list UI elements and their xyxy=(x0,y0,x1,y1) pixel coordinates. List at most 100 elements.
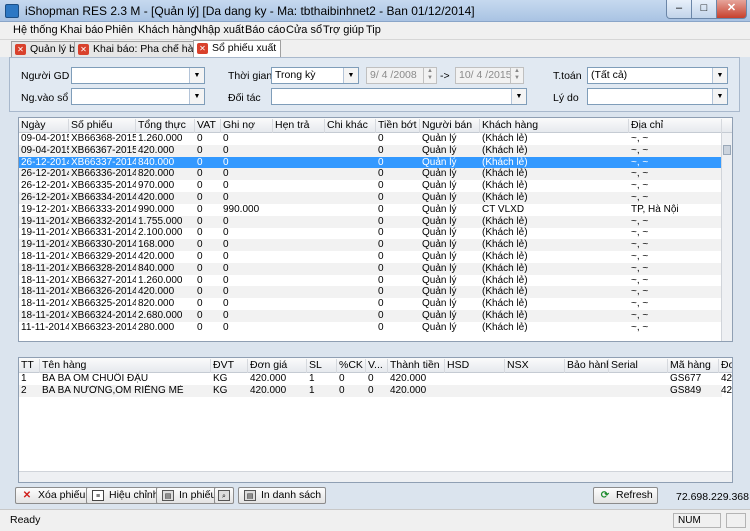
invoice-cell: 0 xyxy=(378,227,384,239)
invoice-table-row[interactable]: 19-12-2014 XB66333-2014 990.000 0 990.000 0 Qu… xyxy=(19,204,722,216)
detail-column-header[interactable]: Đơn giá xyxy=(248,359,307,373)
detail-column-header[interactable]: V... xyxy=(366,359,388,373)
detail-column-header[interactable]: HSD xyxy=(445,359,505,373)
invoice-table-row[interactable]: 26-12-2014 XB66337-2014 840.000 0 0 0 Quản lý (… xyxy=(19,156,722,169)
resize-grip[interactable] xyxy=(726,513,746,528)
invoice-cell: 420.000 xyxy=(138,286,175,298)
thoi-gian-select[interactable]: Trong kỳ ▼ xyxy=(271,67,359,84)
menu-bao-cao[interactable]: Báo cáo xyxy=(245,24,285,36)
menu-he-thong[interactable]: Hệ thống xyxy=(13,24,58,36)
scrollbar-thumb[interactable] xyxy=(723,145,731,155)
invoice-table-row[interactable]: 18-11-2014 XB66328-2014 840.000 0 0 0 Quản lý (… xyxy=(19,262,722,275)
invoice-column-header[interactable]: Ghi nợ xyxy=(221,119,273,133)
menu-phien[interactable]: Phiên xyxy=(105,24,133,36)
print-preview-button[interactable]: ⌕ xyxy=(214,487,234,504)
ly-do-select[interactable]: ▼ xyxy=(587,88,728,105)
invoice-cell xyxy=(325,310,376,322)
invoice-table-row[interactable]: 18-11-2014 XB66327-2014 1.260.000 0 0 0 Quản l… xyxy=(19,275,722,287)
nguoi-gd-select[interactable]: ▼ xyxy=(71,67,205,84)
detail-column-header[interactable]: Serial xyxy=(609,359,668,373)
menu-tip[interactable]: Tip xyxy=(366,24,381,36)
invoice-column-header[interactable]: Chi khác xyxy=(325,119,376,133)
invoice-cell: (Khách lẻ) xyxy=(482,286,528,298)
detail-table-row[interactable]: 1 BA BA OM CHUỐI ĐẬU KG 420.000 1 0 0 420.000 GS… xyxy=(19,373,732,385)
menu-khai-bao[interactable]: Khai báo xyxy=(60,24,103,36)
menu-cua-so[interactable]: Cửa sổ xyxy=(286,24,322,36)
chevron-down-icon[interactable]: ▼ xyxy=(511,89,526,104)
maximize-button[interactable]: □ xyxy=(691,0,717,19)
spin-arrows-icon[interactable]: ▲ ▼ xyxy=(510,68,523,83)
print-list-button[interactable]: ▤ In danh sách xyxy=(238,487,327,504)
chevron-down-icon[interactable]: ▼ xyxy=(189,89,204,104)
invoice-table-row[interactable]: 19-11-2014 XB66330-2014 168.000 0 0 0 Quản lý (… xyxy=(19,239,722,252)
print-invoice-button[interactable]: ▤ In phiếu xyxy=(156,487,222,504)
invoice-table-row[interactable]: 19-11-2014 XB66332-2014 1.755.000 0 0 0 Quản l… xyxy=(19,215,722,228)
detail-column-header[interactable]: Tên hàng xyxy=(40,359,211,373)
detail-column-header[interactable]: Mã hàng xyxy=(668,359,719,373)
date-to-field[interactable]: 10/ 4 /2015 ▲ ▼ xyxy=(455,67,524,84)
refresh-button[interactable]: ⟳ Refresh xyxy=(593,487,658,504)
detail-column-header[interactable]: Bảo hành xyxy=(565,359,609,373)
invoice-column-header[interactable]: Tiền bớt xyxy=(376,119,420,133)
detail-column-header[interactable]: %CK xyxy=(337,359,366,373)
invoice-column-header[interactable]: VAT xyxy=(195,119,221,133)
detail-table-row[interactable]: 2 BA BA NƯỚNG,OM RIỀNG MẺ KG 420.000 1 0 0 420.… xyxy=(19,385,732,397)
detail-column-header[interactable]: TT xyxy=(19,359,40,373)
detail-horizontal-scrollbar[interactable] xyxy=(19,471,732,482)
detail-column-header[interactable]: Thành tiền xyxy=(388,359,445,373)
delete-invoice-button[interactable]: ✕ Xóa phiếu xyxy=(15,487,91,504)
chevron-down-icon[interactable]: ▼ xyxy=(712,89,727,104)
detail-column-header[interactable]: ĐVT xyxy=(211,359,248,373)
invoice-table[interactable]: Ngày Số phiếu Tổng thực VAT Ghi nợ Hẹn trả Chi… xyxy=(18,117,733,342)
invoice-column-header[interactable]: Ngày xyxy=(19,119,69,133)
close-icon[interactable]: ✕ xyxy=(78,44,89,55)
invoice-cell: 0 xyxy=(197,239,203,251)
invoice-cell xyxy=(273,180,325,192)
invoice-table-row[interactable]: 26-12-2014 XB66336-2014 820.000 0 0 0 Quản lý (… xyxy=(19,168,722,181)
t-toan-select[interactable]: (Tất cả) ▼ xyxy=(587,67,728,84)
tab-label: Sổ phiếu xuất xyxy=(212,42,277,54)
spin-arrows-icon[interactable]: ▲ ▼ xyxy=(423,68,436,83)
invoice-cell: 2.680.000 xyxy=(138,310,183,321)
chevron-down-icon[interactable]: ▼ xyxy=(343,68,358,83)
date-from-field[interactable]: 9/ 4 /2008 ▲ ▼ xyxy=(366,67,437,84)
invoice-table-row[interactable]: 26-12-2014 XB66334-2014 420.000 0 0 0 Quản lý (… xyxy=(19,192,722,204)
doi-tac-select[interactable]: ▼ xyxy=(271,88,527,105)
ng-vao-so-select[interactable]: ▼ xyxy=(71,88,205,105)
chevron-down-icon[interactable]: ▼ xyxy=(712,68,727,83)
invoice-cell: XB66324-2014 xyxy=(71,310,136,321)
invoice-column-header[interactable]: Hẹn trả xyxy=(273,119,325,133)
close-icon[interactable]: ✕ xyxy=(15,44,26,55)
edit-button[interactable]: ≡ Hiệu chỉnh xyxy=(86,487,164,504)
invoice-column-header[interactable]: Người bán xyxy=(420,119,480,133)
invoice-table-row[interactable]: 26-12-2014 XB66335-2014 970.000 0 0 0 Quản lý (… xyxy=(19,180,722,192)
invoice-cell: 0 xyxy=(197,144,203,156)
invoice-table-row[interactable]: 11-11-2014 XB66323-2014 280.000 0 0 0 Quản lý (… xyxy=(19,322,722,334)
minimize-button[interactable]: – xyxy=(666,0,692,19)
invoice-column-header[interactable]: Tổng thực xyxy=(136,119,195,133)
close-button[interactable]: ✕ xyxy=(716,0,747,19)
menu-tro-giup[interactable]: Trợ giúp xyxy=(323,24,364,36)
invoice-table-row[interactable]: 09-04-2015 XB66368-2015 1.260.000 0 0 0 Quản l… xyxy=(19,133,722,145)
menu-nhap-xuat[interactable]: Nhập xuất xyxy=(194,24,244,36)
chevron-down-icon[interactable]: ▼ xyxy=(189,68,204,83)
detail-table[interactable]: TT Tên hàng ĐVT Đơn giá SL %CK V... Thành tiền H… xyxy=(18,357,733,483)
detail-column-header[interactable]: NSX xyxy=(505,359,565,373)
detail-column-header[interactable]: Đơ xyxy=(719,359,732,373)
invoice-table-row[interactable]: 18-11-2014 XB66326-2014 420.000 0 0 0 Quản lý (… xyxy=(19,286,722,299)
invoice-column-header[interactable]: Số phiếu xyxy=(69,119,136,133)
invoice-table-row[interactable]: 18-11-2014 XB66324-2014 2.680.000 0 0 0 Quản l… xyxy=(19,310,722,322)
invoice-table-row[interactable]: 18-11-2014 XB66329-2014 420.000 0 0 0 Quản lý (… xyxy=(19,251,722,263)
invoice-scrollbar[interactable] xyxy=(721,133,732,341)
tab-so-phieu-xuat[interactable]: ✕ Sổ phiếu xuất xyxy=(193,40,282,58)
detail-column-header[interactable]: SL xyxy=(307,359,337,373)
invoice-table-row[interactable]: 09-04-2015 XB66367-2015 420.000 0 0 0 Quản lý (… xyxy=(19,144,722,157)
invoice-column-header[interactable]: Khách hàng xyxy=(480,119,629,133)
invoice-cell xyxy=(325,133,376,145)
menu-khach-hang[interactable]: Khách hàng xyxy=(138,24,197,36)
invoice-cell xyxy=(273,216,325,228)
invoice-table-row[interactable]: 18-11-2014 XB66325-2014 820.000 0 0 0 Quản lý (… xyxy=(19,298,722,310)
close-icon[interactable]: ✕ xyxy=(197,43,208,54)
invoice-column-header[interactable]: Địa chỉ xyxy=(629,119,722,133)
invoice-table-row[interactable]: 19-11-2014 XB66331-2014 2.100.000 0 0 0 Quản l… xyxy=(19,227,722,239)
